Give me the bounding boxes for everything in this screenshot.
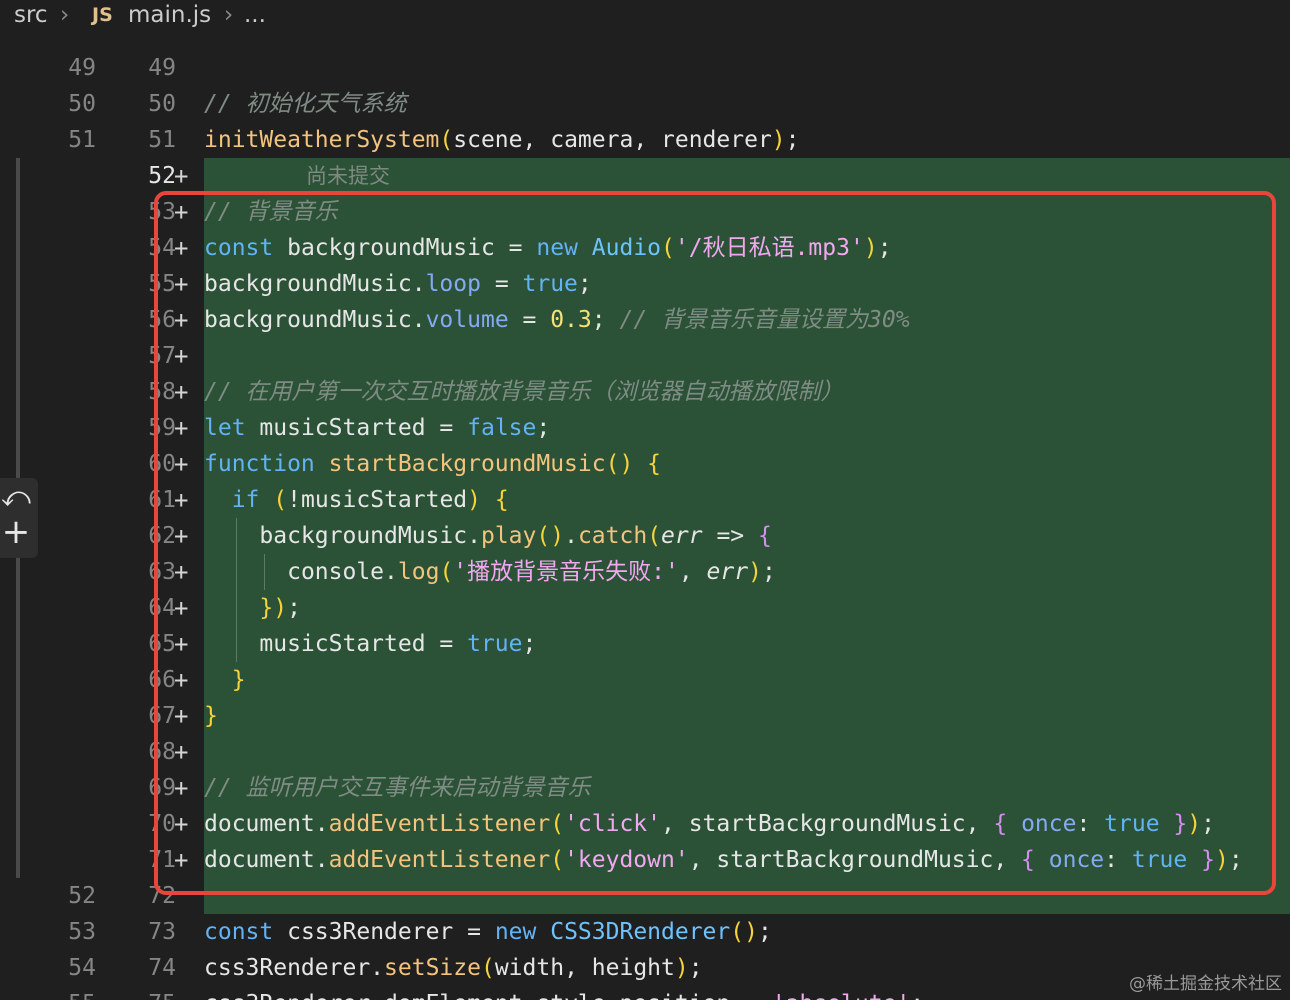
code-line[interactable]: 51 51 initWeatherSystem(scene, camera, r… (0, 122, 1290, 158)
breadcrumb-folder[interactable]: src (14, 2, 48, 28)
new-line-number: 52 (148, 163, 176, 189)
stage-change-icon[interactable]: + (0, 512, 32, 552)
old-line-number: 54 (68, 955, 96, 981)
watermark: @稀土掘金技术社区 (1129, 974, 1282, 994)
chevron-right-icon: › (60, 2, 70, 28)
new-line-number: 75 (120, 986, 176, 1000)
diff-actions: ⤺ + (0, 478, 38, 558)
old-line-number: 55 (40, 986, 96, 1000)
chevron-right-icon: › (224, 2, 234, 28)
revert-change-icon[interactable]: ⤺ (0, 480, 32, 514)
old-line-number: 53 (68, 919, 96, 945)
code-line[interactable]: 54 74 css3Renderer.setSize(width, height… (0, 950, 1290, 986)
code-line[interactable]: 49 49 (0, 50, 1290, 86)
inline-blame-text: 尚未提交 (306, 164, 390, 188)
new-line-number: 74 (148, 955, 176, 981)
code-text: // 初始化天气系统 (204, 91, 407, 117)
old-line-number: 52 (68, 883, 96, 909)
code-line[interactable]: 52 + 尚未提交 (0, 158, 1290, 194)
code-text: initWeatherSystem(scene, camera, rendere… (204, 127, 800, 153)
old-line-number: 49 (68, 55, 96, 81)
breadcrumb-symbols[interactable]: ... (244, 2, 266, 28)
code-text: const css3Renderer = new CSS3DRenderer()… (204, 919, 772, 945)
code-text: css3Renderer.setSize(width, height); (204, 955, 703, 981)
new-line-number: 73 (148, 919, 176, 945)
breadcrumb: src › JS main.js › ... (0, 0, 1290, 34)
new-line-number: 49 (148, 55, 176, 81)
code-text: css3Renderer.domElement.style.position =… (204, 986, 924, 1000)
old-line-number: 51 (68, 127, 96, 153)
new-line-number: 51 (148, 127, 176, 153)
breadcrumb-file[interactable]: main.js (128, 2, 211, 28)
javascript-file-icon: JS (92, 4, 113, 26)
old-line-number: 50 (68, 91, 96, 117)
added-line-plus-icon: + (174, 162, 189, 190)
code-line[interactable]: 55 75 css3Renderer.domElement.style.posi… (0, 986, 1290, 1000)
code-line[interactable]: 50 50 // 初始化天气系统 (0, 86, 1290, 122)
new-line-number: 50 (148, 91, 176, 117)
code-line[interactable]: 53 73 const css3Renderer = new CSS3DRend… (0, 914, 1290, 950)
highlight-box (154, 191, 1276, 895)
